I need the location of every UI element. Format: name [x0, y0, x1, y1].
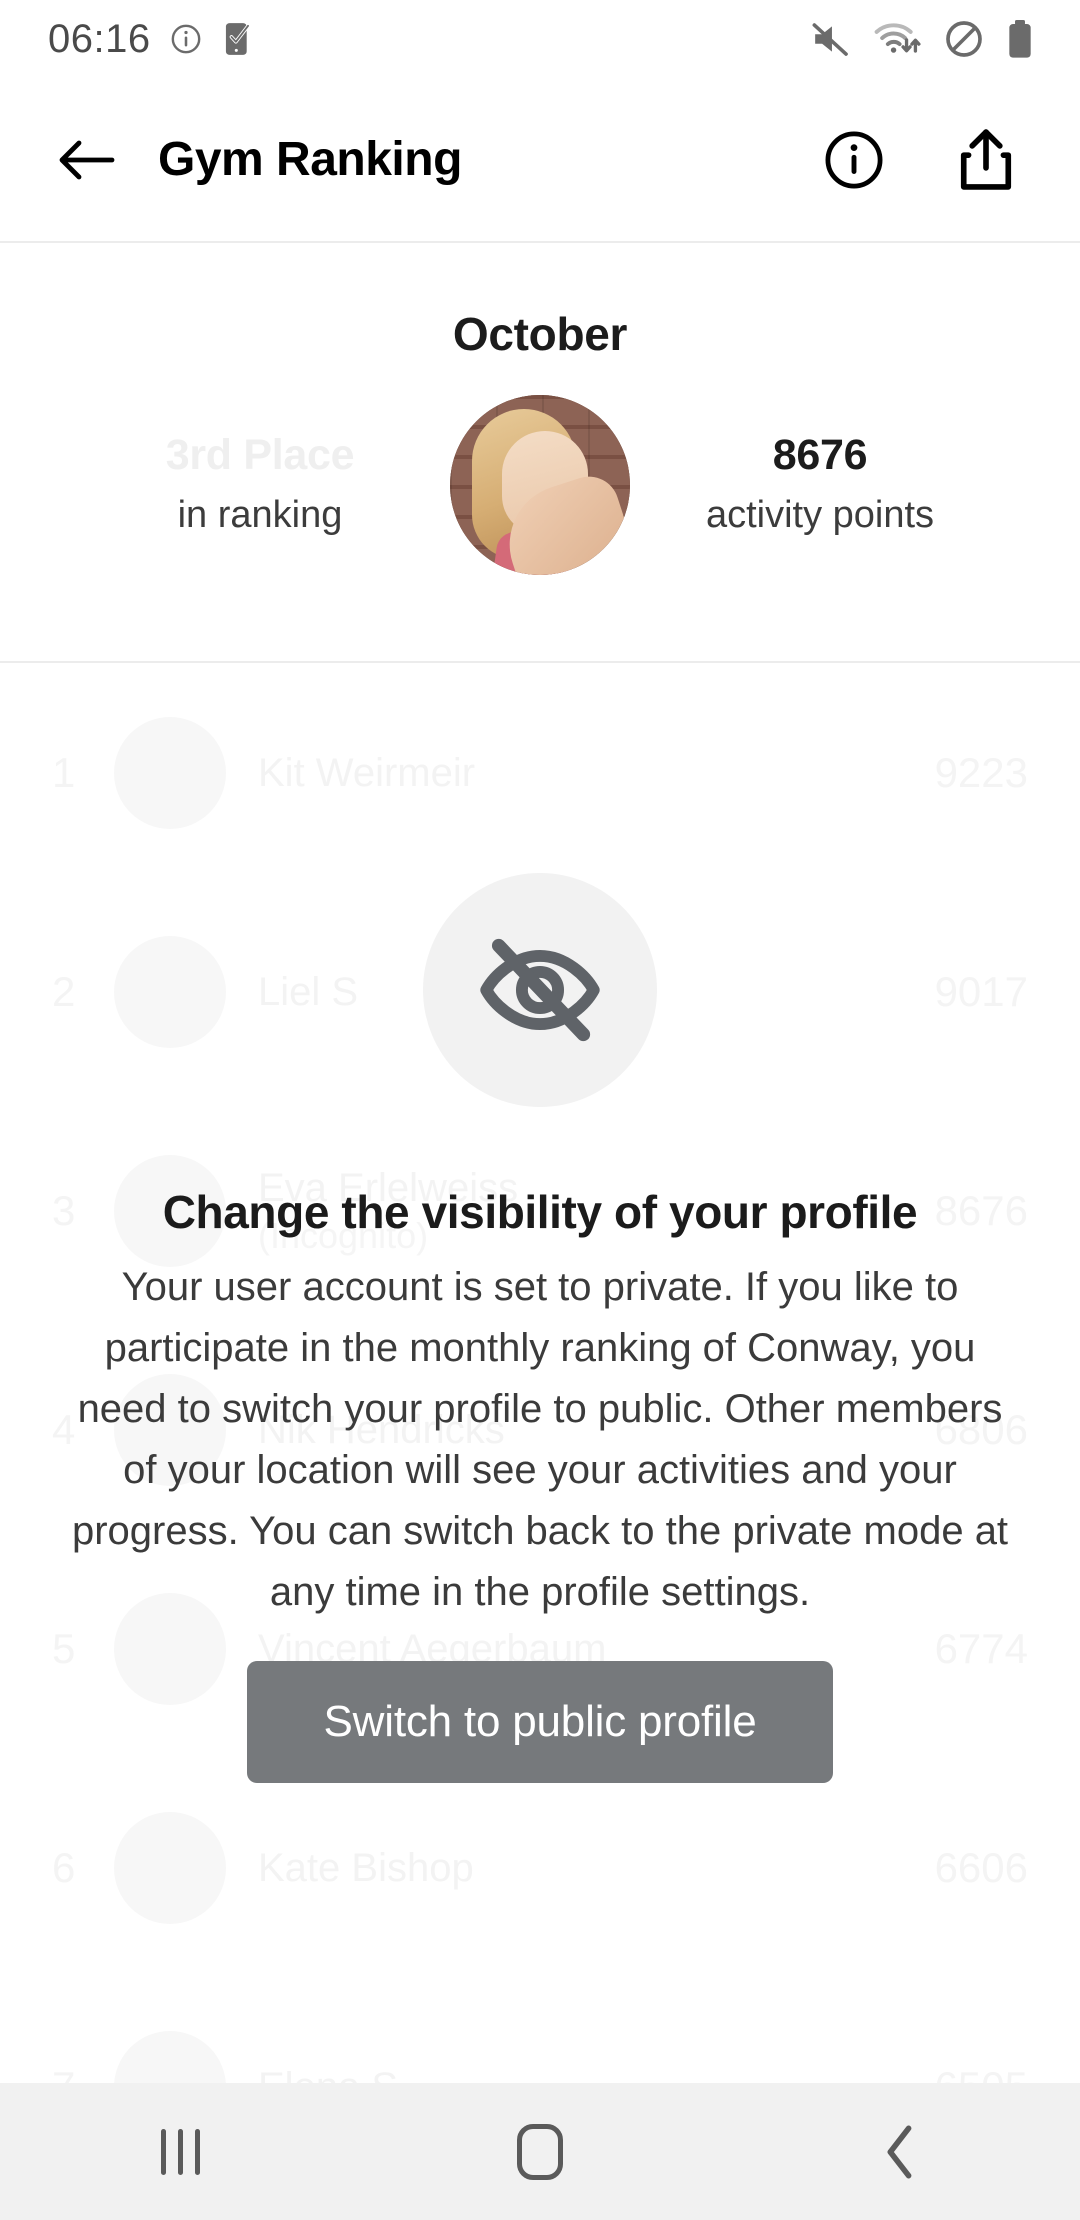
share-icon [960, 128, 1012, 190]
info-circle-icon [171, 24, 200, 54]
rank-label: in ranking [177, 494, 343, 537]
rank-value: 3rd Place [165, 431, 355, 480]
app-bar-actions [822, 128, 1080, 192]
points-value: 8676 [772, 431, 868, 480]
phone-checkmark-icon [225, 23, 250, 55]
status-bar-clock: 06:16 [48, 16, 151, 61]
summary-row: 3rd Place in ranking 8676 activity point… [0, 395, 1080, 575]
back-arrow-icon [59, 140, 115, 179]
home-button[interactable] [360, 2123, 720, 2180]
recents-icon [160, 2128, 200, 2175]
nav-back-button[interactable] [720, 2124, 1080, 2180]
do-not-disturb-icon [946, 21, 982, 57]
home-icon [517, 2123, 563, 2180]
status-bar-right [810, 19, 1080, 59]
info-button[interactable] [822, 128, 886, 192]
wifi-transfer-icon [874, 23, 921, 53]
points-label: activity points [705, 494, 935, 537]
points-column: 8676 activity points [630, 429, 1010, 540]
eye-off-icon-container [423, 873, 657, 1107]
overlay-title: Change the visibility of your profile [162, 1186, 918, 1238]
status-bar: 06:16 [0, 0, 1080, 78]
share-button[interactable] [954, 128, 1018, 192]
back-icon [887, 2125, 912, 2178]
summary-card: October 3rd Place in ranking 8676 activi… [0, 245, 1080, 663]
system-nav-bar [0, 2083, 1080, 2220]
back-button[interactable] [48, 122, 124, 198]
avatar[interactable] [450, 395, 630, 575]
rank-column: 3rd Place in ranking [70, 429, 450, 540]
app-bar: Gym Ranking [0, 78, 1080, 243]
recents-button[interactable] [0, 2128, 360, 2175]
mute-icon [812, 23, 848, 56]
status-bar-left: 06:16 [0, 17, 253, 62]
overlay-body: Your user account is set to private. If … [71, 1265, 1009, 1614]
visibility-overlay: Change the visibility of your profile Yo… [0, 663, 1080, 2083]
info-circle-icon [825, 131, 883, 188]
page-title: Gym Ranking [158, 133, 462, 186]
eye-off-icon [480, 938, 600, 1042]
battery-icon [1009, 20, 1031, 58]
month-label: October [452, 308, 628, 360]
switch-to-public-profile-button[interactable]: Switch to public profile [247, 1661, 833, 1783]
